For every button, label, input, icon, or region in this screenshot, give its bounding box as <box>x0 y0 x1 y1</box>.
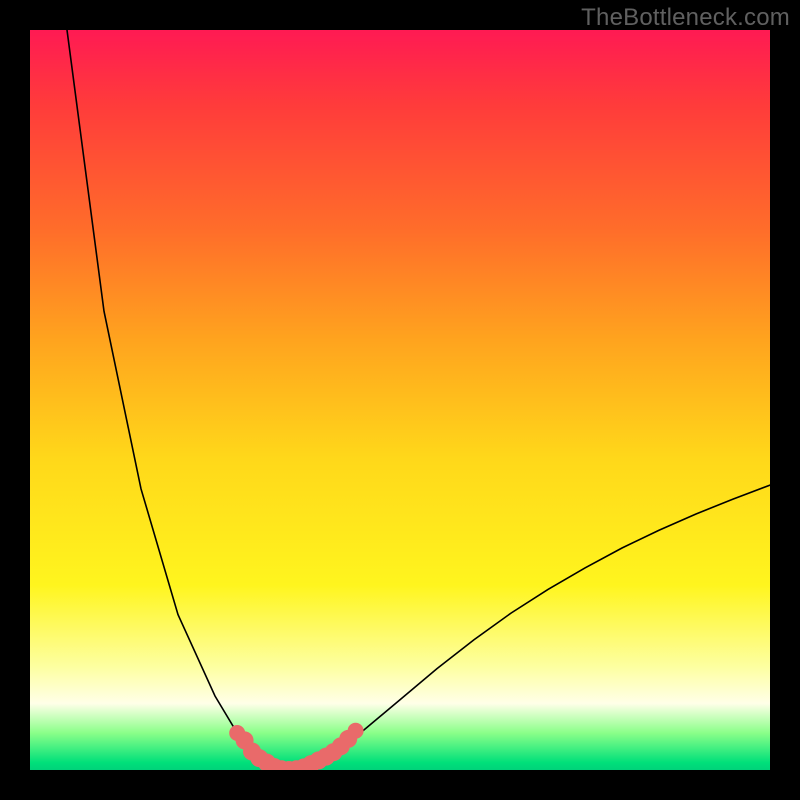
plot-area <box>30 30 770 770</box>
optimum-marker-dot <box>348 723 364 739</box>
curve-layer <box>30 30 770 770</box>
watermark-label: TheBottleneck.com <box>581 4 790 32</box>
bottleneck-curve <box>67 30 770 770</box>
chart-frame: TheBottleneck.com <box>0 0 800 800</box>
optimum-marker-group <box>229 723 363 770</box>
